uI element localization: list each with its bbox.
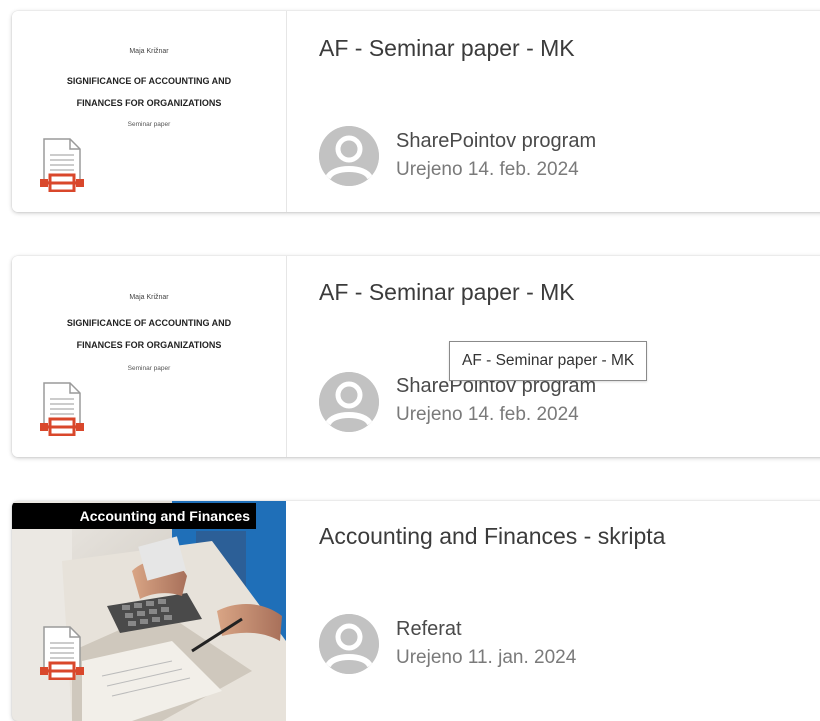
file-card[interactable]: Accounting and Finances Accounting and F… [12, 501, 820, 721]
person-avatar-icon [319, 614, 379, 674]
thumbnail-subtitle: Seminar paper [127, 365, 171, 372]
person-avatar-icon [319, 126, 379, 186]
file-info: Accounting and Finances - skripta Refera… [319, 501, 820, 721]
thumbnail-title-line-1: SIGNIFICANCE OF ACCOUNTING AND [66, 318, 232, 328]
title-tooltip: AF - Seminar paper - MK [449, 341, 648, 381]
file-owner: Referat [396, 618, 462, 640]
file-thumbnail[interactable]: Accounting and Finances [12, 501, 286, 721]
presentation-file-icon [40, 138, 84, 193]
thumbnail-author: Maja Križnar [129, 294, 169, 301]
thumbnail-title-line-2: FINANCES FOR ORGANIZATIONS [76, 98, 222, 108]
file-edited-date: Urejeno 14. feb. 2024 [396, 404, 579, 425]
presentation-file-icon [40, 382, 84, 437]
file-edited-date: Urejeno 14. feb. 2024 [396, 159, 579, 180]
thumbnail-banner: Accounting and Finances [12, 503, 256, 529]
thumbnail-subtitle: Seminar paper [127, 121, 171, 128]
presentation-file-icon [40, 626, 84, 681]
thumbnail-title: SIGNIFICANCE OF ACCOUNTING AND FINANCES … [12, 70, 286, 114]
file-thumbnail[interactable]: Maja Križnar SIGNIFICANCE OF ACCOUNTING … [12, 256, 287, 457]
file-title[interactable]: AF - Seminar paper - MK [319, 279, 575, 306]
thumbnail-title: SIGNIFICANCE OF ACCOUNTING AND FINANCES … [12, 312, 286, 356]
file-card[interactable]: Maja Križnar SIGNIFICANCE OF ACCOUNTING … [12, 11, 820, 212]
file-thumbnail[interactable]: Maja Križnar SIGNIFICANCE OF ACCOUNTING … [12, 11, 287, 212]
file-owner: SharePointov program [396, 130, 597, 152]
file-title[interactable]: AF - Seminar paper - MK [319, 35, 575, 62]
thumbnail-photo [12, 501, 286, 721]
file-title[interactable]: Accounting and Finances - skripta [319, 523, 665, 550]
file-card[interactable]: Maja Križnar SIGNIFICANCE OF ACCOUNTING … [12, 256, 820, 457]
person-avatar-icon [319, 372, 379, 432]
thumbnail-title-line-1: SIGNIFICANCE OF ACCOUNTING AND [66, 76, 232, 86]
file-edited-date: Urejeno 11. jan. 2024 [396, 647, 577, 668]
thumbnail-author: Maja Križnar [129, 48, 169, 55]
thumbnail-title-line-2: FINANCES FOR ORGANIZATIONS [76, 340, 222, 350]
file-info: AF - Seminar paper - MK SharePointov pro… [319, 11, 820, 212]
